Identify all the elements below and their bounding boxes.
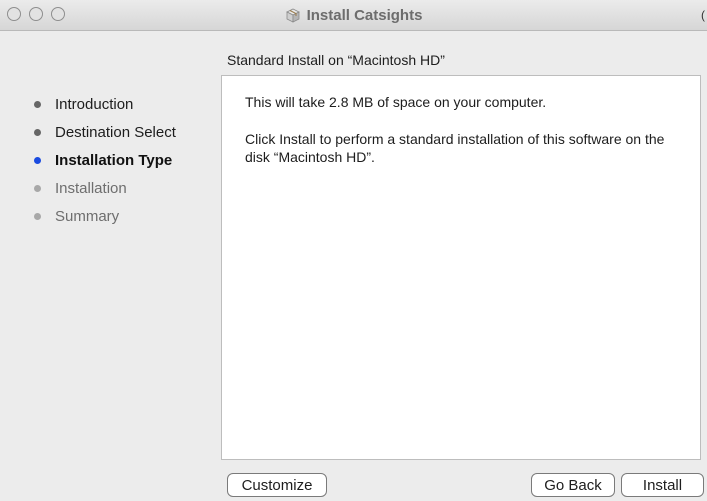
step-installation: Installation (0, 174, 220, 202)
install-instructions-text: Click Install to perform a standard inst… (245, 131, 665, 165)
step-label: Installation (55, 179, 127, 197)
page-heading: Standard Install on “Macintosh HD” (227, 52, 445, 68)
step-label: Destination Select (55, 123, 176, 141)
installer-steps-sidebar: Introduction Destination Select Installa… (0, 90, 220, 230)
step-introduction: Introduction (0, 90, 220, 118)
step-label: Installation Type (55, 151, 173, 169)
customize-button[interactable]: Customize (227, 473, 327, 497)
go-back-button[interactable]: Go Back (531, 473, 615, 497)
step-bullet-icon (34, 212, 41, 220)
step-summary: Summary (0, 202, 220, 230)
step-label: Introduction (55, 95, 134, 113)
step-installation-type: Installation Type (0, 146, 220, 174)
step-bullet-icon (34, 128, 41, 136)
content-panel: This will take 2.8 MB of space on your c… (221, 75, 701, 460)
window-title-group: Install Catsights (0, 0, 707, 30)
step-destination-select: Destination Select (0, 118, 220, 146)
step-bullet-icon (34, 100, 41, 108)
step-current-bullet-icon (34, 156, 41, 164)
space-required-text: This will take 2.8 MB of space on your c… (245, 94, 547, 110)
step-label: Summary (55, 207, 120, 225)
edge-glyph: ( (701, 8, 705, 22)
install-button[interactable]: Install (621, 473, 704, 497)
title-bar[interactable]: Install Catsights ( (0, 0, 707, 31)
step-bullet-icon (34, 184, 41, 192)
window-title: Install Catsights (306, 6, 423, 24)
installer-window: Install Catsights ( Introduction Destina… (0, 0, 707, 501)
package-icon (285, 8, 300, 23)
